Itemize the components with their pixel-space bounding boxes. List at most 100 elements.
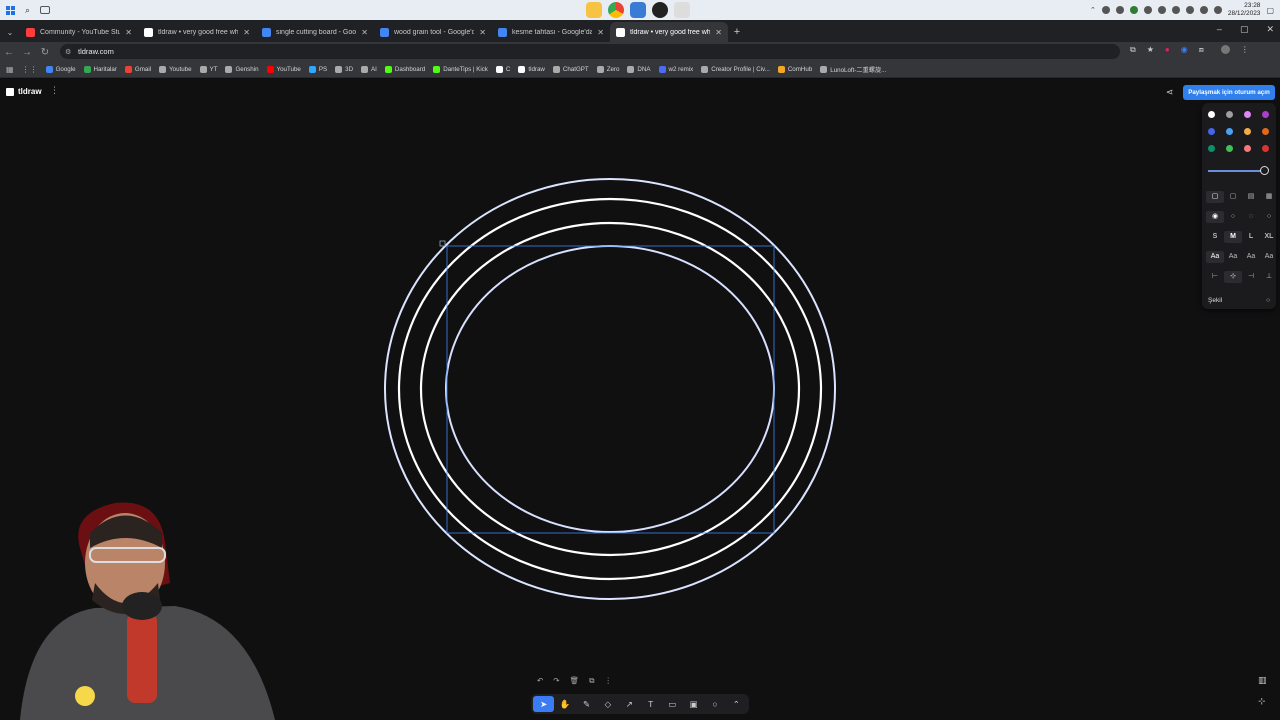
bookmark-item[interactable]: Creator Profile | Civ... [701, 65, 770, 74]
dash-dashed-icon[interactable]: ○ [1224, 211, 1242, 223]
notifications-icon[interactable]: ▢ [1266, 6, 1274, 15]
bookmark-item[interactable]: ComHub [777, 65, 812, 74]
hand-tool-icon[interactable]: ✋ [554, 696, 575, 712]
minimize-button[interactable]: – [1217, 24, 1222, 35]
bookmark-item[interactable]: Google [45, 65, 76, 74]
bookmark-item[interactable]: YouTube [266, 65, 301, 74]
browser-tab[interactable]: single cutting board - Google'... ✕ [256, 22, 374, 42]
extensions-icon[interactable]: ⧈ [1199, 45, 1204, 55]
font-option[interactable]: Aa [1242, 251, 1260, 263]
opacity-slider[interactable] [1208, 170, 1266, 172]
more-actions-icon[interactable]: ⋮ [604, 676, 612, 686]
apps-grid-icon[interactable]: ▦ [6, 65, 14, 74]
trash-icon[interactable]: 🗑 [570, 676, 580, 686]
duplicate-icon[interactable]: ⧉ [589, 676, 594, 686]
tray-icon[interactable] [1157, 6, 1166, 14]
maximize-button[interactable]: ▢ [1240, 24, 1249, 35]
color-swatch[interactable] [1208, 145, 1215, 152]
wifi-icon[interactable] [1171, 6, 1180, 14]
forward-button[interactable]: → [18, 47, 36, 58]
inner-ellipse[interactable] [445, 245, 775, 533]
bookmark-item[interactable]: ChatGPT [552, 65, 589, 74]
tray-icon[interactable] [1101, 6, 1110, 14]
tray-icon[interactable] [1115, 6, 1124, 14]
color-swatch[interactable] [1262, 111, 1269, 118]
bookmark-item[interactable]: YT [199, 65, 217, 74]
install-icon[interactable]: ⧉ [1130, 45, 1136, 55]
bookmark-item[interactable]: DNA [627, 65, 651, 74]
fill-semi-icon[interactable]: ▢ [1224, 191, 1242, 203]
color-swatch[interactable] [1244, 128, 1251, 135]
color-swatch[interactable] [1226, 111, 1233, 118]
bookmark-item[interactable]: AI [361, 65, 377, 74]
select-tool-icon[interactable]: ➤ [533, 696, 555, 712]
new-tab-button[interactable]: + [728, 22, 746, 42]
bookmark-item[interactable]: Zero [596, 65, 619, 74]
color-swatch[interactable] [1262, 128, 1269, 135]
font-option[interactable]: Aa [1224, 251, 1242, 263]
text-tool-icon[interactable]: T [640, 696, 661, 712]
browser-tab[interactable]: tldraw • very good free whiteb... ✕ [610, 22, 728, 42]
gear-icon[interactable] [1213, 6, 1222, 14]
browser-tab[interactable]: tldraw • very good free whiteb... ✕ [138, 22, 256, 42]
chevron-up-icon[interactable]: ⌃ [726, 696, 747, 712]
color-swatch[interactable] [1208, 111, 1215, 118]
note-tool-icon[interactable]: ▭ [661, 696, 682, 712]
draw-tool-icon[interactable]: ✎ [576, 696, 597, 712]
eraser-tool-icon[interactable]: ◇ [597, 696, 618, 712]
close-tab-icon[interactable]: ✕ [361, 28, 368, 37]
size-option[interactable]: S [1206, 231, 1224, 243]
close-window-button[interactable]: ✕ [1266, 24, 1274, 35]
bookmark-item[interactable]: w2 remix [658, 65, 693, 74]
search-icon[interactable]: ⌕ [25, 5, 30, 16]
outer-ellipse[interactable] [384, 178, 836, 600]
star-icon[interactable]: ★ [1147, 45, 1154, 55]
browser-tab[interactable]: wood grain tool - Google'da Ar... ✕ [374, 22, 492, 42]
app-icon[interactable] [652, 2, 668, 18]
close-tab-icon[interactable]: ✕ [125, 28, 132, 37]
fill-none-icon[interactable]: ▢ [1206, 191, 1224, 203]
bookmark-item[interactable]: LunoLoft-二重螺旋... [820, 65, 886, 74]
size-option[interactable]: XL [1260, 231, 1278, 243]
color-swatch[interactable] [1226, 145, 1233, 152]
align-vertical-icon[interactable]: ⊥ [1260, 271, 1278, 283]
file-explorer-icon[interactable] [586, 2, 602, 18]
undo-icon[interactable]: ↶ [537, 676, 543, 686]
tray-icon[interactable] [1143, 6, 1152, 14]
bookmark-item[interactable]: Haritalar [83, 65, 117, 74]
close-tab-icon[interactable]: ✕ [715, 28, 722, 37]
page-menu-icon[interactable]: ▥ [1258, 675, 1267, 686]
tldraw-canvas[interactable]: tldraw ⋮ ⋖ Paylaşmak için oturum açın ▢ … [0, 79, 1280, 720]
size-option[interactable]: L [1242, 231, 1260, 243]
bookmark-item[interactable]: Dashboard [384, 65, 425, 74]
dash-draw-icon[interactable]: ◉ [1206, 211, 1224, 223]
browser-tab[interactable]: kesme tahtası - Google'da Ara ✕ [492, 22, 610, 42]
bookmark-item[interactable]: Genshin [225, 65, 259, 74]
app-icon[interactable] [630, 2, 646, 18]
bookmark-item[interactable]: Gmail [124, 65, 151, 74]
bookmark-item[interactable]: tldraw [518, 65, 545, 74]
help-icon[interactable]: ⊹ [1258, 696, 1267, 707]
close-tab-icon[interactable]: ✕ [243, 28, 250, 37]
battery-icon[interactable] [1199, 6, 1208, 14]
media-tool-icon[interactable]: ▣ [683, 696, 704, 712]
align-middle-icon[interactable]: ⊹ [1224, 271, 1242, 283]
arrow-tool-icon[interactable]: ↗ [619, 696, 640, 712]
bookmark-item[interactable]: 3D [335, 65, 353, 74]
task-view-icon[interactable] [40, 6, 51, 14]
ellipse-2[interactable] [397, 197, 823, 581]
bookmark-item[interactable]: C [495, 65, 510, 74]
back-button[interactable]: ← [0, 47, 18, 58]
profile-avatar[interactable] [1220, 45, 1230, 54]
resize-handle[interactable] [439, 240, 446, 247]
dash-dotted-icon[interactable]: ◌ [1242, 211, 1260, 223]
dash-solid-icon[interactable]: ○ [1260, 211, 1278, 223]
extension-icon[interactable]: ◉ [1181, 45, 1188, 55]
font-option[interactable]: Aa [1260, 251, 1278, 263]
tray-icon[interactable] [1129, 6, 1138, 14]
fill-solid-icon[interactable]: ▤ [1242, 191, 1260, 203]
chevron-up-icon[interactable]: ⌃ [1090, 6, 1096, 14]
align-end-icon[interactable]: ⊣ [1242, 271, 1260, 283]
geo-shape-selector[interactable]: Şekil ○ [1208, 297, 1270, 304]
ellipse-tool-icon[interactable]: ○ [704, 696, 725, 712]
